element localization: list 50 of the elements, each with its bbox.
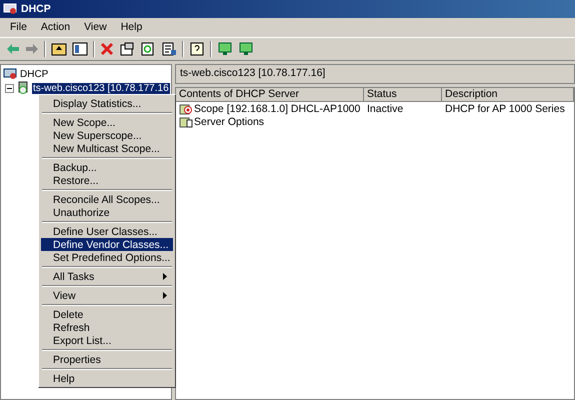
export-list-icon[interactable] [161,42,177,56]
context-menu-item[interactable]: New Multicast Scope... [41,142,173,155]
dhcp-icon [3,68,17,80]
context-menu-item[interactable]: All Tasks [41,270,173,283]
context-menu-item[interactable]: Restore... [41,174,173,187]
context-menu-item[interactable]: Define Vendor Classes... [41,238,173,251]
table-cell: DHCP for AP 1000 Series [445,102,565,114]
table-cell: Inactive [367,102,404,114]
refresh-icon[interactable] [140,42,156,56]
context-menu-item[interactable]: Backup... [41,161,173,174]
context-menu-item[interactable]: Define User Classes... [41,225,173,238]
collapse-icon[interactable] [5,84,14,92]
context-menu-item[interactable]: Unauthorize [41,206,173,219]
table-cell: Server Options [194,116,264,128]
monitor-icon[interactable] [238,42,254,56]
menu-item[interactable]: View [84,21,107,34]
help-icon[interactable] [189,42,205,56]
monitor-icon[interactable] [217,42,233,56]
context-menu-item[interactable]: Delete [41,308,173,321]
delete-icon[interactable] [100,42,114,56]
context-menu-item[interactable]: New Scope... [41,116,173,129]
menu-item[interactable]: File [10,21,27,34]
submenu-arrow-icon [163,273,167,280]
menu-item[interactable]: Action [40,21,70,34]
tree-item[interactable]: ts-web.cisco123 [10.78.177.16 [32,82,170,94]
column-header[interactable]: Status [364,88,442,102]
column-header[interactable]: Contents of DHCP Server [176,88,364,102]
context-menu-item[interactable]: Properties [41,353,173,366]
menu-item[interactable]: Help [120,21,142,34]
context-menu-item[interactable]: Set Predefined Options... [41,251,173,264]
context-menu-item[interactable]: Reconcile All Scopes... [41,193,173,206]
scope-icon [179,102,193,114]
context-menu-item[interactable]: New Superscope... [41,129,173,142]
tree-item[interactable]: DHCP [19,68,50,80]
up-folder-icon[interactable] [51,42,67,56]
context-menu-item[interactable]: Help [41,372,173,385]
submenu-arrow-icon [163,292,167,299]
panel-toggle-icon[interactable] [72,42,88,56]
pane-header: ts-web.cisco123 [10.78.177.16] [175,64,575,84]
context-menu-item[interactable]: Export List... [41,334,173,347]
context-menu-item[interactable]: Refresh [41,321,173,334]
context-menu-item[interactable]: View [41,289,173,302]
window-title: DHCP [21,3,51,15]
context-menu-item[interactable]: Display Statistics... [41,97,173,110]
folder-icon [179,116,193,128]
properties-icon[interactable] [119,42,135,56]
column-header[interactable]: Description [442,88,574,102]
server-icon [16,81,30,95]
table-cell: Scope [192.168.1.0] DHCL-AP1000 [194,102,360,114]
app-icon [3,3,17,15]
